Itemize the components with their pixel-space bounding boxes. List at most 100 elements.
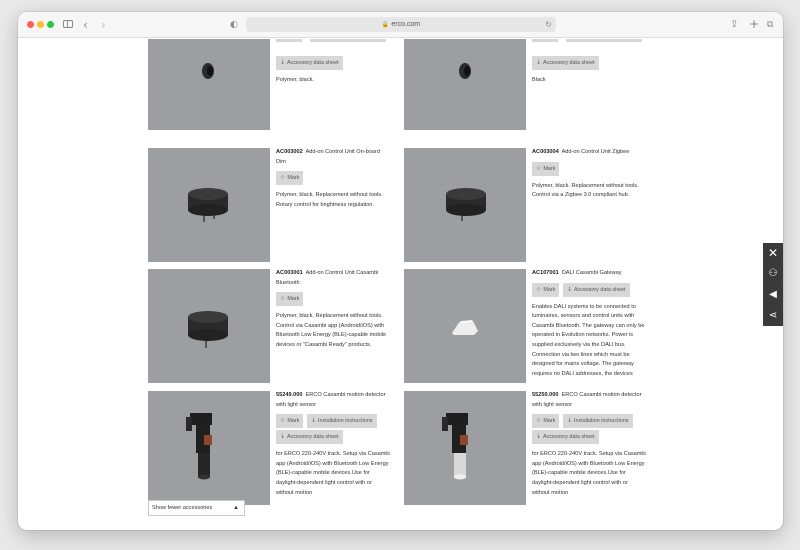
sidebar-toggle-icon[interactable]	[63, 20, 73, 28]
accessory-data-sheet-button[interactable]: ↓ Accessory data sheet	[276, 56, 343, 70]
download-arrow-icon: ↓	[566, 417, 572, 425]
floating-action-bar: ✕ ⚇ ◀ ⋖	[763, 243, 783, 326]
back-icon[interactable]: ‹	[83, 18, 88, 32]
product-title: AC107001 DALI Casambi Gateway	[532, 269, 650, 279]
product-title: AC003001 Add-on Control Unit Casambi Blu…	[276, 269, 391, 288]
ring-adapter-image	[202, 63, 214, 79]
url-text: erco.com	[391, 21, 421, 28]
star-icon: ☆	[536, 417, 542, 425]
download-arrow-icon: ↓	[536, 433, 542, 441]
product-image[interactable]	[148, 269, 270, 383]
close-window-button[interactable]	[27, 21, 34, 28]
product-code: 55250.000	[532, 392, 559, 398]
product-name: DALI Casambi Gateway	[561, 270, 622, 276]
product-description: Black	[532, 77, 546, 83]
installation-instructions-button[interactable]: ↓ Installation instructions	[306, 414, 377, 429]
privacy-shield-icon[interactable]: ◐	[230, 18, 238, 32]
product-image[interactable]	[148, 391, 270, 505]
show-fewer-accessories-select[interactable]: Show fewer accessories ▲	[148, 500, 245, 516]
caret-up-icon: ▲	[233, 505, 239, 511]
product-code: AC003002	[276, 149, 303, 155]
motion-detector-image	[442, 413, 468, 480]
product-card-text: AC107001 DALI Casambi Gateway ☆ Mark ↓ Acc…	[532, 269, 650, 379]
product-description: Polymer, black.	[276, 77, 314, 83]
product-title: 55250.000 ERCO Casambi motion detector w…	[532, 391, 647, 410]
zoom-window-button[interactable]	[47, 21, 54, 28]
reload-icon[interactable]: ↻	[545, 17, 552, 32]
download-arrow-icon: ↓	[536, 59, 542, 66]
product-description: Polymer, black. Replacement without tool…	[276, 192, 383, 208]
installation-button[interactable]	[566, 39, 642, 42]
accessory-data-sheet-button[interactable]: ↓ Accessory data sheet	[562, 282, 630, 297]
mark-button[interactable]	[532, 39, 558, 42]
download-arrow-icon: ↓	[280, 59, 286, 66]
download-arrow-icon: ↓	[310, 417, 316, 425]
product-code: AC107001	[532, 270, 559, 276]
mark-button[interactable]: ☆ Mark	[276, 414, 304, 429]
mark-button[interactable]: ☆ Mark	[276, 171, 304, 186]
speaker-icon[interactable]: ◀	[763, 285, 783, 305]
star-icon: ☆	[536, 285, 542, 293]
product-code: 55249.000	[276, 392, 303, 398]
star-icon: ☆	[280, 417, 286, 425]
product-card-text: 55250.000 ERCO Casambi motion detector w…	[532, 391, 647, 498]
accessory-data-sheet-button[interactable]: ↓ Accessory data sheet	[532, 56, 599, 70]
share-toolbar-icon[interactable]: ⇪	[730, 18, 738, 32]
ring-adapter-image	[459, 63, 471, 79]
product-title: AC003004 Add-on Control Unit Zigbee	[532, 148, 647, 158]
product-card-text: AC003001 Add-on Control Unit Casambi Blu…	[276, 269, 391, 351]
product-image[interactable]	[404, 148, 526, 262]
forward-icon[interactable]: ›	[101, 18, 106, 32]
new-tab-icon[interactable]: +	[749, 17, 759, 31]
show-fewer-label: Show fewer accessories	[152, 505, 213, 511]
installation-instructions-button[interactable]: ↓ Installation instructions	[562, 414, 633, 429]
browser-window: ‹ › ◐ 🔒 erco.com ↻ ⇪ + ⧉ ↓ Accessory data …	[18, 12, 783, 530]
control-unit-image	[188, 188, 228, 222]
product-description: Enables DALI systems to be connected to …	[532, 303, 645, 377]
product-title: AC003002 Add-on Control Unit On-board Di…	[276, 148, 391, 167]
product-image[interactable]	[148, 39, 270, 130]
motion-detector-image	[186, 413, 212, 480]
accessory-data-sheet-button[interactable]: ↓ Accessory data sheet	[276, 430, 343, 445]
download-arrow-icon: ↓	[566, 285, 572, 293]
product-code: AC003004	[532, 149, 559, 155]
mark-button[interactable]: ☆ Mark	[532, 282, 560, 297]
product-image[interactable]	[404, 391, 526, 505]
product-card-text: ↓ Accessory data sheet Polymer, black.	[276, 39, 391, 86]
product-code: AC003001	[276, 270, 303, 276]
minimize-window-button[interactable]	[37, 21, 44, 28]
mark-button[interactable]: ☆ Mark	[276, 292, 304, 307]
mark-button[interactable]	[276, 39, 302, 42]
product-image[interactable]	[404, 269, 526, 383]
product-card-text: AC003002 Add-on Control Unit On-board Di…	[276, 148, 391, 210]
mark-button[interactable]: ☆ Mark	[532, 161, 560, 176]
product-name: Add-on Control Unit Zigbee	[561, 149, 630, 155]
product-description: for ERCO 220-240V track. Setup via Casam…	[276, 451, 390, 496]
gateway-image	[452, 320, 478, 335]
page-content: ↓ Accessory data sheet Polymer, black. ↓ A…	[18, 39, 783, 530]
lock-icon: 🔒	[381, 22, 390, 28]
control-unit-image	[188, 311, 228, 348]
product-card-text: AC003004 Add-on Control Unit Zigbee ☆ Mar…	[532, 148, 647, 201]
browser-titlebar: ‹ › ◐ 🔒 erco.com ↻ ⇪ + ⧉	[18, 12, 783, 38]
control-unit-image	[446, 188, 486, 221]
close-icon[interactable]: ✕	[763, 243, 783, 263]
tab-overview-icon[interactable]: ⧉	[767, 18, 773, 32]
star-icon: ☆	[280, 174, 286, 182]
product-card-text: 55249.000 ERCO Casambi motion detector w…	[276, 391, 391, 498]
address-bar[interactable]: 🔒 erco.com ↻	[246, 17, 556, 32]
product-image[interactable]	[404, 39, 526, 130]
person-icon[interactable]: ⚇	[763, 264, 783, 284]
product-description: for ERCO 220-240V track. Setup via Casam…	[532, 451, 646, 496]
share-icon[interactable]: ⋖	[763, 306, 783, 326]
product-description: Polymer, black. Replacement without tool…	[532, 182, 639, 199]
accessory-data-sheet-button[interactable]: ↓ Accessory data sheet	[532, 430, 599, 445]
star-icon: ☆	[280, 295, 286, 303]
mark-button[interactable]: ☆ Mark	[532, 414, 560, 429]
star-icon: ☆	[536, 164, 542, 172]
download-arrow-icon: ↓	[280, 433, 286, 441]
installation-button[interactable]	[310, 39, 386, 42]
product-image[interactable]	[148, 148, 270, 262]
product-title: 55249.000 ERCO Casambi motion detector w…	[276, 391, 391, 410]
product-card-text: ↓ Accessory data sheet Black	[532, 39, 647, 86]
